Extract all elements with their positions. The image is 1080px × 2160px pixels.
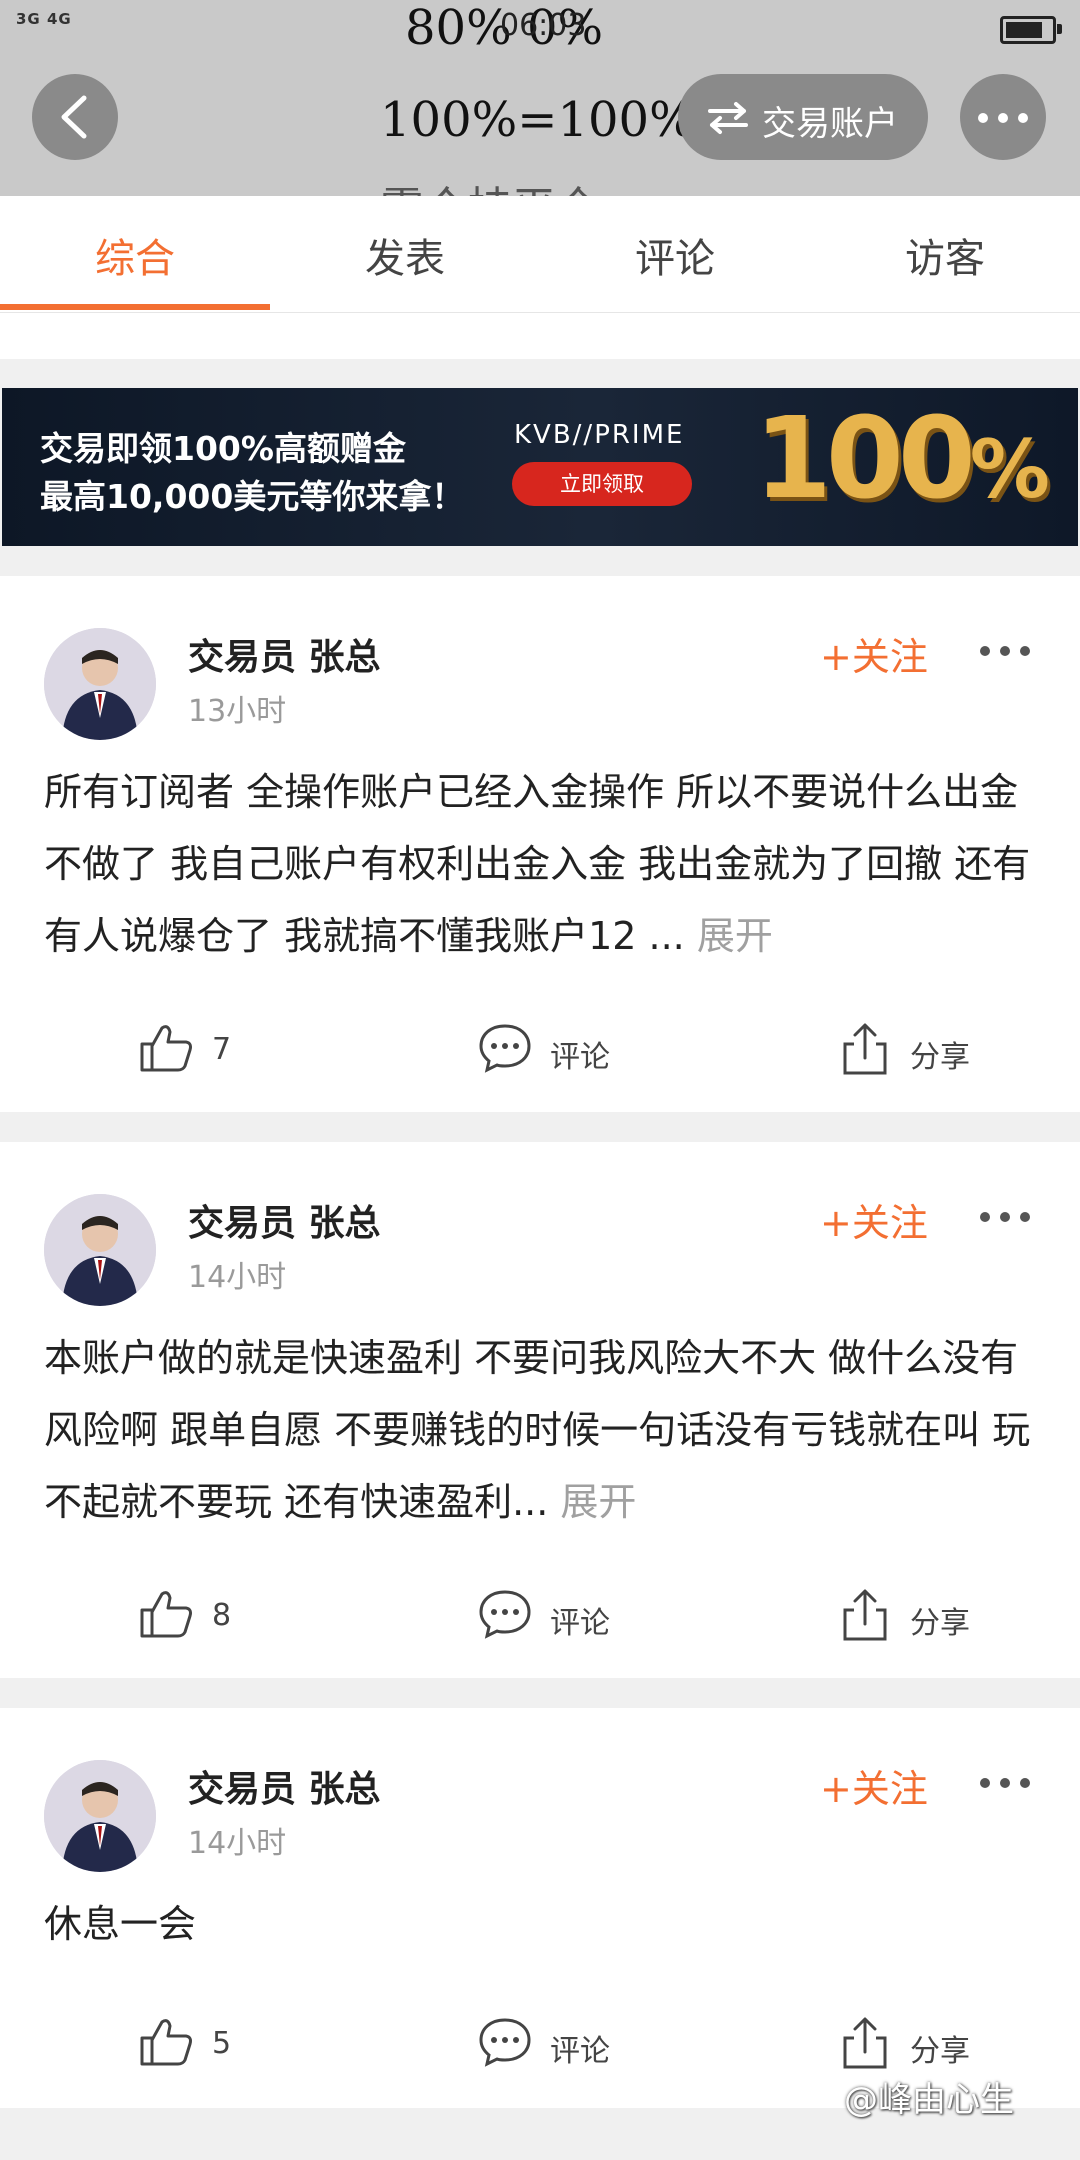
- banner-big-percent: 100%: [754, 394, 1050, 524]
- trading-account-button[interactable]: 交易账户: [678, 74, 928, 160]
- avatar[interactable]: [44, 628, 156, 740]
- tab-bar: 综合 发表 评论 访客: [0, 196, 1080, 313]
- share-icon: [843, 1589, 887, 1641]
- comment-bubble-icon: [479, 1590, 531, 1639]
- comment-bubble-icon: [479, 2018, 531, 2067]
- spacer-strip: [0, 313, 1080, 359]
- comment-label: 评论: [550, 2034, 610, 2069]
- username[interactable]: 交易员 张总: [188, 628, 381, 680]
- like-count: 5: [212, 2026, 232, 2061]
- comment-button[interactable]: 评论: [478, 2002, 618, 2082]
- active-tab-indicator: [0, 304, 270, 310]
- post-text: 本账户做的就是快速盈利 不要问我风险大不大 做什么没有风险啊 跟单自愿 不要赚钱…: [44, 1336, 1031, 1524]
- banner-line-1: 交易即领100%高额赠金: [40, 429, 406, 468]
- like-count: 8: [212, 1598, 232, 1633]
- expand-link[interactable]: 展开: [697, 914, 773, 958]
- post-time: 13小时: [188, 694, 287, 729]
- username[interactable]: 交易员 张总: [188, 1194, 381, 1246]
- thumbs-up-icon: [140, 1025, 192, 1072]
- comment-label: 评论: [550, 1606, 610, 1641]
- like-count: 7: [212, 1032, 232, 1067]
- avatar[interactable]: [44, 1760, 156, 1872]
- signal-indicator: 3G 4G: [16, 10, 72, 28]
- follow-button[interactable]: +关注: [820, 626, 928, 681]
- header-subtitle: 零个持平仓: [380, 172, 600, 196]
- share-button[interactable]: 分享: [840, 1574, 980, 1654]
- share-icon: [843, 2017, 887, 2069]
- avatar[interactable]: [44, 1194, 156, 1306]
- post-time: 14小时: [188, 1826, 287, 1861]
- share-label: 分享: [910, 2034, 970, 2069]
- post-actions: 5 评论 分享: [0, 2002, 1080, 2082]
- post-actions: 8 评论 分享: [0, 1574, 1080, 1654]
- post-more-icon[interactable]: [980, 646, 1030, 658]
- comment-button[interactable]: 评论: [478, 1008, 618, 1088]
- post-text: 休息一会: [44, 1902, 197, 1946]
- username[interactable]: 交易员 张总: [188, 1760, 381, 1812]
- like-button[interactable]: 5: [138, 2002, 298, 2082]
- tab-comments[interactable]: 评论: [540, 226, 810, 284]
- back-button[interactable]: [32, 74, 118, 160]
- comment-bubble-icon: [479, 1024, 531, 1073]
- share-button[interactable]: 分享: [840, 1008, 980, 1088]
- post-actions: 7 评论 分享: [0, 1008, 1080, 1088]
- chevron-left-icon: [61, 95, 87, 139]
- post-card: 交易员 张总 14小时 +关注 本账户做的就是快速盈利 不要问我风险大不大 做什…: [0, 1142, 1080, 1678]
- more-options-button[interactable]: [960, 74, 1046, 160]
- follow-button[interactable]: +关注: [820, 1758, 928, 1813]
- like-button[interactable]: 8: [138, 1574, 298, 1654]
- share-icon: [843, 1023, 887, 1075]
- post-content[interactable]: 本账户做的就是快速盈利 不要问我风险大不大 做什么没有风险啊 跟单自愿 不要赚钱…: [44, 1322, 1034, 1538]
- expand-link[interactable]: 展开: [560, 1480, 636, 1524]
- tab-posts[interactable]: 发表: [270, 226, 540, 284]
- thumbs-up-icon: [140, 1591, 192, 1638]
- post-more-icon[interactable]: [980, 1212, 1030, 1224]
- banner-big-suffix: %: [969, 423, 1050, 516]
- share-button[interactable]: 分享: [840, 2002, 980, 2082]
- post-card: 交易员 张总 14小时 +关注 休息一会 5 评论 分享: [0, 1708, 1080, 2108]
- comment-label: 评论: [550, 1040, 610, 1075]
- post-content[interactable]: 休息一会: [44, 1888, 1034, 1960]
- watermark: @峰由心生: [844, 2080, 1014, 2120]
- follow-button[interactable]: +关注: [820, 1192, 928, 1247]
- share-label: 分享: [910, 1606, 970, 1641]
- post-time: 14小时: [188, 1260, 287, 1295]
- post-more-icon[interactable]: [980, 1778, 1030, 1790]
- post-card: 交易员 张总 13小时 +关注 所有订阅者 全操作账户已经入金操作 所以不要说什…: [0, 576, 1080, 1112]
- trading-account-label: 交易账户: [762, 104, 898, 144]
- post-content[interactable]: 所有订阅者 全操作账户已经入金操作 所以不要说什么出金不做了 我自己账户有权利出…: [44, 756, 1034, 972]
- banner-line-2: 最高10,000美元等你来拿！: [40, 477, 465, 516]
- tab-visitors[interactable]: 访客: [810, 226, 1080, 284]
- tab-overview[interactable]: 综合: [0, 226, 270, 284]
- status-time: 06:03: [500, 8, 587, 43]
- status-bar: 3G 4G 80% 0% 06:03: [0, 0, 1080, 56]
- page-title: 100%=100%: [380, 92, 695, 148]
- battery-icon: [1000, 16, 1062, 44]
- like-button[interactable]: 7: [138, 1008, 298, 1088]
- top-header: 100%=100% 零个持平仓 交易账户: [0, 56, 1080, 196]
- thumbs-up-icon: [140, 2019, 192, 2066]
- swap-arrows-icon: [708, 102, 748, 134]
- banner-brand-logo: KVB//PRIME: [514, 420, 685, 450]
- share-label: 分享: [910, 1040, 970, 1075]
- comment-button[interactable]: 评论: [478, 1574, 618, 1654]
- banner-big-number: 100: [754, 394, 976, 524]
- promo-banner[interactable]: 交易即领100%高额赠金 最高10,000美元等你来拿！ KVB//PRIME …: [2, 388, 1078, 546]
- banner-claim-button[interactable]: 立即领取: [512, 462, 692, 506]
- post-text: 所有订阅者 全操作账户已经入金操作 所以不要说什么出金不做了 我自己账户有权利出…: [44, 770, 1031, 958]
